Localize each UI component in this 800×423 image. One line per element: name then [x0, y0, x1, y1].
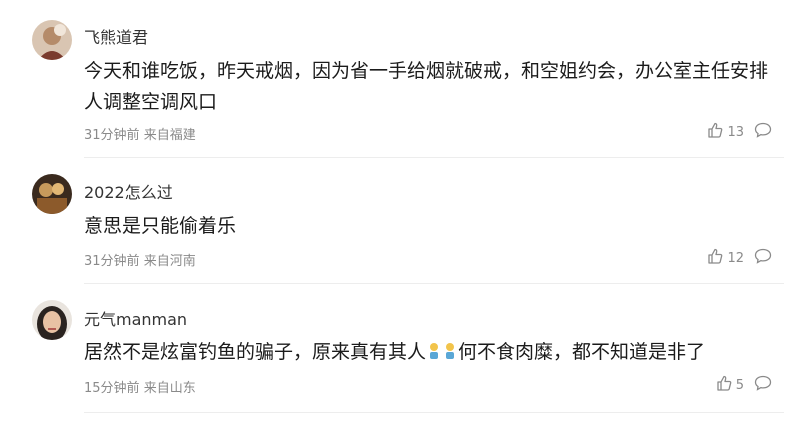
reply-button[interactable]	[754, 375, 772, 395]
comment-item: 元气manman 居然不是炫富钓鱼的骗子，原来真有其人 何不食肉糜，都不知道是非了…	[0, 284, 800, 423]
username[interactable]: 飞熊道君	[84, 24, 148, 48]
comment-actions: 13	[707, 122, 772, 142]
divider	[84, 412, 784, 413]
thumbs-up-icon	[707, 248, 723, 268]
comment-meta: 31分钟前 来自河南	[84, 250, 196, 269]
like-count: 12	[727, 250, 744, 266]
comment-bubble-icon	[754, 248, 772, 268]
like-button[interactable]: 5	[716, 375, 744, 395]
person-emoji-icon	[426, 339, 442, 370]
comment-item: 2022怎么过 意思是只能偷着乐 31分钟前 来自河南 12	[0, 158, 800, 284]
comment-location: 来自河南	[143, 254, 196, 269]
comment-meta: 31分钟前 来自福建	[84, 124, 196, 143]
comment-item: 飞熊道君 今天和谁吃饭，昨天戒烟，因为省一手给烟就破戒，和空姐约会，办公室主任安…	[0, 0, 800, 158]
comment-location: 来自福建	[143, 128, 196, 143]
avatar[interactable]	[32, 174, 72, 214]
comment-time: 15分钟前	[84, 381, 140, 396]
like-count: 13	[727, 124, 744, 140]
reply-button[interactable]	[754, 122, 772, 142]
thumbs-up-icon	[707, 122, 723, 142]
thumbs-up-icon	[716, 375, 732, 395]
comment-text: 居然不是炫富钓鱼的骗子，原来真有其人 何不食肉糜，都不知道是非了	[84, 337, 784, 370]
like-button[interactable]: 12	[707, 248, 744, 268]
comment-text: 今天和谁吃饭，昨天戒烟，因为省一手给烟就破戒，和空姐约会，办公室主任安排人调整空…	[84, 60, 769, 113]
username[interactable]: 2022怎么过	[84, 179, 173, 203]
avatar[interactable]	[32, 300, 72, 340]
comment-actions: 5	[716, 375, 772, 395]
like-count: 5	[735, 377, 744, 393]
comment-text-part: 何不食肉糜，都不知道是非了	[458, 341, 706, 363]
comment-text: 意思是只能偷着乐	[84, 215, 237, 237]
comment-time: 31分钟前	[84, 254, 140, 269]
comment-bubble-icon	[754, 122, 772, 142]
avatar[interactable]	[32, 20, 72, 60]
username[interactable]: 元气manman	[84, 306, 187, 330]
comment-meta: 15分钟前 来自山东	[84, 377, 196, 396]
comment-feed: 飞熊道君 今天和谁吃饭，昨天戒烟，因为省一手给烟就破戒，和空姐约会，办公室主任安…	[0, 0, 800, 423]
comment-text-part: 居然不是炫富钓鱼的骗子，原来真有其人	[84, 341, 427, 363]
comment-time: 31分钟前	[84, 128, 140, 143]
reply-button[interactable]	[754, 248, 772, 268]
comment-actions: 12	[707, 248, 772, 268]
comment-location: 来自山东	[143, 381, 196, 396]
person-emoji-icon	[442, 339, 458, 370]
comment-bubble-icon	[754, 375, 772, 395]
like-button[interactable]: 13	[707, 122, 744, 142]
